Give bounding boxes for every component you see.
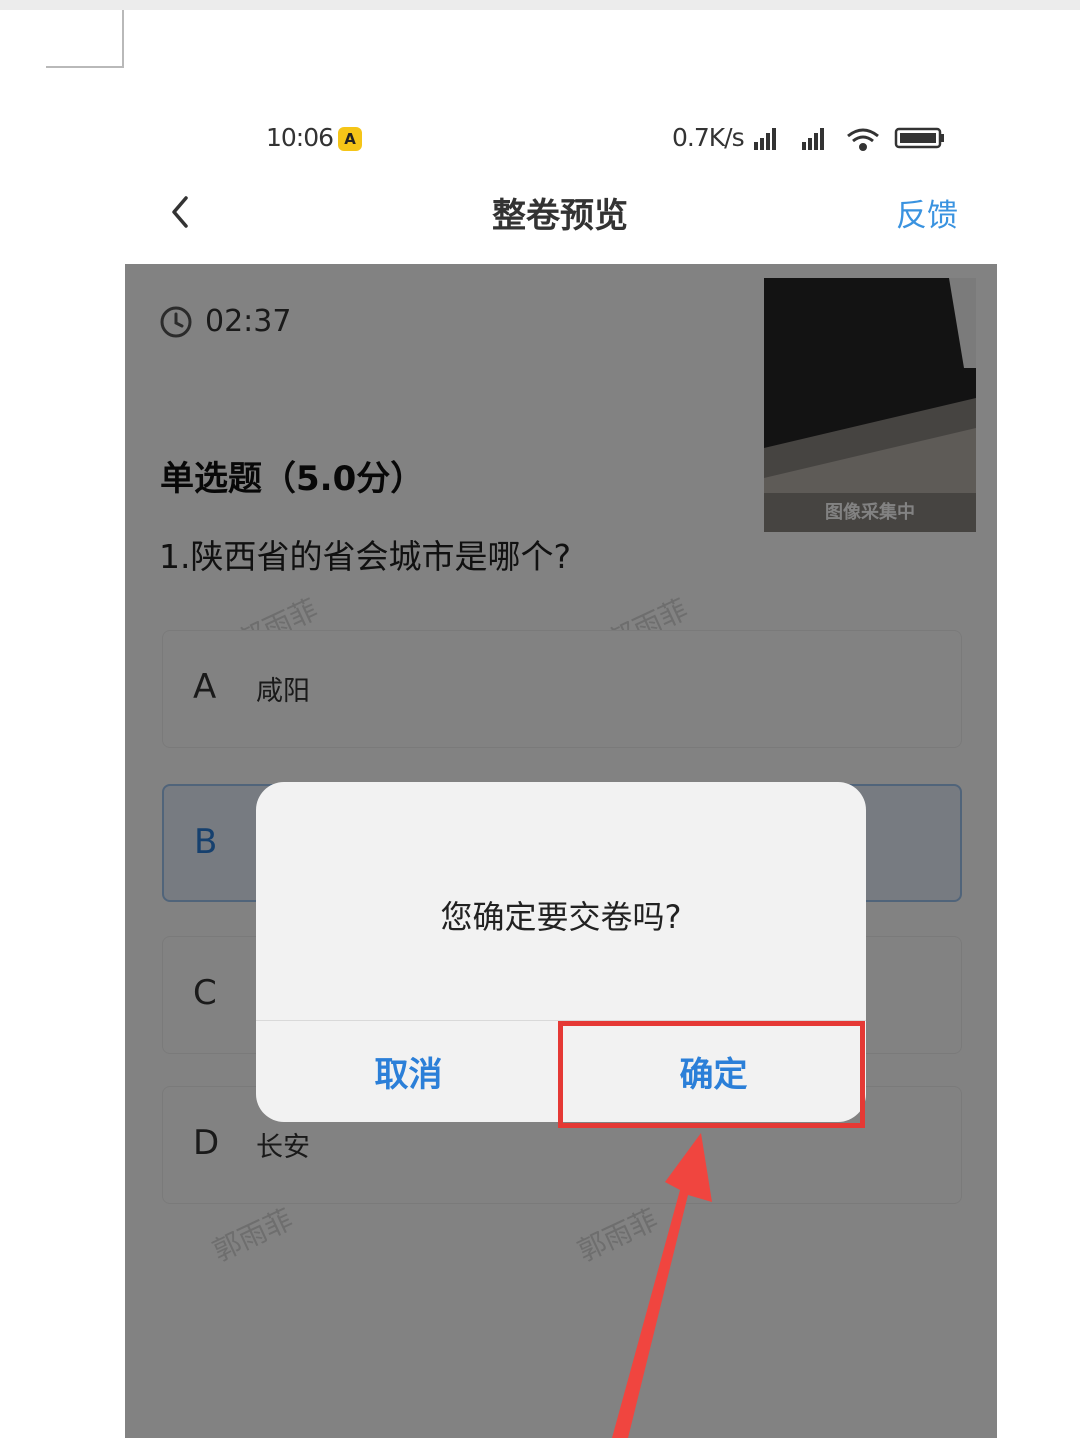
page-title: 整卷预览: [492, 196, 628, 236]
network-speed: 0.7K/s: [672, 123, 745, 152]
back-button[interactable]: [164, 190, 204, 234]
status-icons: [752, 124, 952, 152]
feedback-link[interactable]: 反馈: [896, 190, 958, 235]
app-badge-icon: A: [338, 127, 362, 151]
cancel-button[interactable]: 取消: [256, 1021, 561, 1122]
cellular-signal-icon: [802, 128, 824, 150]
cellular-signal-icon: [754, 128, 776, 150]
highlight-box: [558, 1021, 865, 1128]
wifi-icon: [847, 128, 879, 151]
top-strip: [0, 0, 1080, 10]
battery-icon: [894, 127, 944, 149]
crop-corner-mark: [46, 10, 124, 68]
chevron-left-icon: [172, 196, 188, 228]
status-time: 10:06: [266, 123, 334, 152]
dialog-message: 您确定要交卷吗?: [440, 898, 682, 936]
